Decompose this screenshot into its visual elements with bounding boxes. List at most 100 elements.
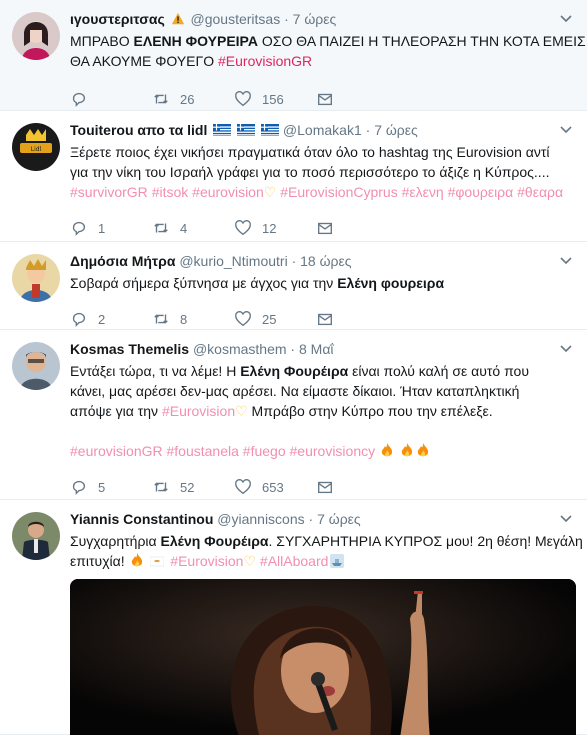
like-button[interactable]: 653 <box>234 478 316 496</box>
avatar[interactable] <box>12 342 60 390</box>
tweet-header: Kosmas Themelis @kosmasthem · 8 Μαΐ <box>70 340 575 359</box>
reply-button[interactable]: 1 <box>70 219 152 237</box>
heart-icon <box>235 91 251 107</box>
retweet-button[interactable]: 26 <box>152 90 234 108</box>
hashtag-link[interactable]: #Eurovision <box>170 553 243 569</box>
chevron-down-icon[interactable] <box>559 123 573 137</box>
chevron-down-icon[interactable] <box>559 12 573 26</box>
retweet-button[interactable]: 52 <box>152 478 234 496</box>
hashtag-link[interactable]: #φουρειρα <box>448 184 514 200</box>
avatar[interactable] <box>12 254 60 302</box>
tweet-5[interactable]: Yiannis Constantinou @yianniscons · 7 ώρ… <box>0 500 587 735</box>
text-segment: Συγχαρητήρια <box>70 533 161 549</box>
text-segment: απόψε για την <box>70 403 162 419</box>
dm-button[interactable] <box>316 219 398 237</box>
reply-button[interactable]: 2 <box>70 310 152 328</box>
tweet-photo[interactable] <box>70 579 576 735</box>
display-name[interactable]: ιγουστεριτσας <box>70 11 165 27</box>
retweet-icon <box>154 482 168 492</box>
hashtag-link[interactable]: #eurovisionGR <box>70 443 163 459</box>
hashtag-link[interactable]: #itsok <box>152 184 189 200</box>
user-handle[interactable]: @kurio_Ntimoutri <box>179 253 287 269</box>
retweet-count: 4 <box>180 220 188 236</box>
hashtag-link[interactable]: #AllAboard <box>260 553 329 569</box>
text-segment: ΜΠΡΑΒΟ <box>70 33 134 49</box>
hashtag-link[interactable]: #foustanela <box>167 443 239 459</box>
heart-icon <box>235 220 251 236</box>
hashtag-link[interactable]: #Eurovision <box>162 403 235 419</box>
greek-flag-icon <box>261 124 280 136</box>
display-name[interactable]: Δημόσια Μήτρα <box>70 253 175 269</box>
display-name[interactable]: Touiterou απο τα lidl <box>70 122 207 138</box>
hashtag-link[interactable]: #fuego <box>243 443 286 459</box>
user-handle[interactable]: @Lomakak1 <box>283 122 362 138</box>
reply-button[interactable]: 5 <box>70 478 152 496</box>
avatar[interactable]: Lidl <box>12 123 60 171</box>
hashtag-link[interactable]: #ελενη <box>402 184 444 200</box>
display-name[interactable]: Yiannis Constantinou <box>70 511 213 527</box>
heart-icon <box>235 479 251 495</box>
retweet-count: 8 <box>180 311 188 327</box>
text-segment: είναι πολύ καλή σε αυτό που <box>348 363 529 379</box>
tweet-text: Εντάξει τώρα, τι να λέμε! Η Ελένη Φουρέι… <box>70 361 575 461</box>
user-handle[interactable]: @yianniscons <box>217 511 304 527</box>
reply-count: 2 <box>98 311 106 327</box>
dm-button[interactable] <box>316 90 398 108</box>
cyprus-flag-icon <box>150 556 165 567</box>
text-line: Ξέρετε ποιος έχει νικήσει πραγματικά ότα… <box>70 144 550 160</box>
user-handle[interactable]: @gousteritsas <box>191 11 281 27</box>
dm-button[interactable] <box>316 310 398 328</box>
chevron-down-icon[interactable] <box>559 254 573 268</box>
display-name[interactable]: Kosmas Themelis <box>70 341 189 357</box>
avatar[interactable] <box>12 12 60 60</box>
avatar[interactable] <box>12 512 60 560</box>
tweet-2[interactable]: Lidl Touiterou απο τα lidl @Lomakak1 · 7… <box>0 111 587 242</box>
hashtag-link[interactable]: #EurovisionCyprus <box>280 184 398 200</box>
text-segment: . ΣΥΓΧΑΡΗΤΗΡΙΑ ΚΥΠΡΟΣ μου! 2η θέση! Μεγά… <box>268 533 583 549</box>
separator-dot: · <box>308 511 314 527</box>
hashtag-link[interactable]: #eurovisioncy <box>290 443 376 459</box>
like-button[interactable]: 12 <box>234 219 316 237</box>
text-bold: Ελένη Φουρέιρα <box>160 533 269 549</box>
text-segment: Σοβαρά σήμερα ξύπνησα με άγχος για την <box>70 275 338 291</box>
tweet-4[interactable]: Kosmas Themelis @kosmasthem · 8 Μαΐ Εντά… <box>0 330 587 500</box>
like-button[interactable]: 156 <box>234 90 316 108</box>
reply-icon <box>72 312 86 327</box>
tweet-3[interactable]: Δημόσια Μήτρα @kurio_Ntimoutri · 18 ώρες… <box>0 242 587 330</box>
hashtag-link[interactable]: #θεαρα <box>517 184 563 200</box>
chevron-down-icon[interactable] <box>559 512 573 526</box>
hashtag-link[interactable]: #survivorGR <box>70 184 148 200</box>
timestamp[interactable]: 7 ώρες <box>317 511 361 527</box>
like-button[interactable]: 25 <box>234 310 316 328</box>
tweet-header: Δημόσια Μήτρα @kurio_Ntimoutri · 18 ώρες <box>70 252 575 271</box>
hashtag-line: #survivorGR #itsok #eurovision♡ #Eurovis… <box>70 182 575 202</box>
text-line: κάνει, μας αρέσει δεν-μας αρέσει. Να είμ… <box>70 383 520 399</box>
hashtag-link[interactable]: #eurovision <box>192 184 264 200</box>
tweet-1[interactable]: ιγουστεριτσας @gousteritsas · 7 ώρες ΜΠΡ… <box>0 0 587 111</box>
retweet-button[interactable]: 4 <box>152 219 234 237</box>
dm-button[interactable] <box>316 478 398 496</box>
reply-icon <box>72 480 86 495</box>
fire-icon <box>417 443 429 457</box>
retweet-button[interactable]: 8 <box>152 310 234 328</box>
svg-text:Lidl: Lidl <box>31 146 42 153</box>
text-bold: Ελένη Φουρέιρα <box>240 363 349 379</box>
fire-icon <box>381 443 393 457</box>
hashtag-link[interactable]: #EurovisionGR <box>218 53 312 69</box>
timestamp[interactable]: 8 Μαΐ <box>299 341 334 357</box>
text-segment: ΟΣΟ ΘΑ ΠΑΙΖΕΙ Η ΤΗΛΕΟΡΑΣΗ ΤΗΝ ΚΟΤΑ ΕΜΕΙΣ <box>257 33 586 49</box>
user-handle[interactable]: @kosmasthem <box>193 341 287 357</box>
reply-button[interactable] <box>70 90 152 108</box>
fire-icon <box>131 553 142 567</box>
like-count: 25 <box>262 311 277 327</box>
ship-icon <box>330 554 345 568</box>
reply-icon <box>72 221 86 236</box>
chevron-down-icon[interactable] <box>559 342 573 356</box>
like-count: 12 <box>262 220 277 236</box>
timestamp[interactable]: 18 ώρες <box>300 253 351 269</box>
timestamp[interactable]: 7 ώρες <box>293 11 337 27</box>
yellow-heart-icon: ♡ <box>235 403 248 419</box>
timestamp[interactable]: 7 ώρες <box>374 122 418 138</box>
hashtag-line: #eurovisionGR #foustanela #fuego #eurovi… <box>70 441 575 461</box>
like-count: 653 <box>262 479 284 495</box>
